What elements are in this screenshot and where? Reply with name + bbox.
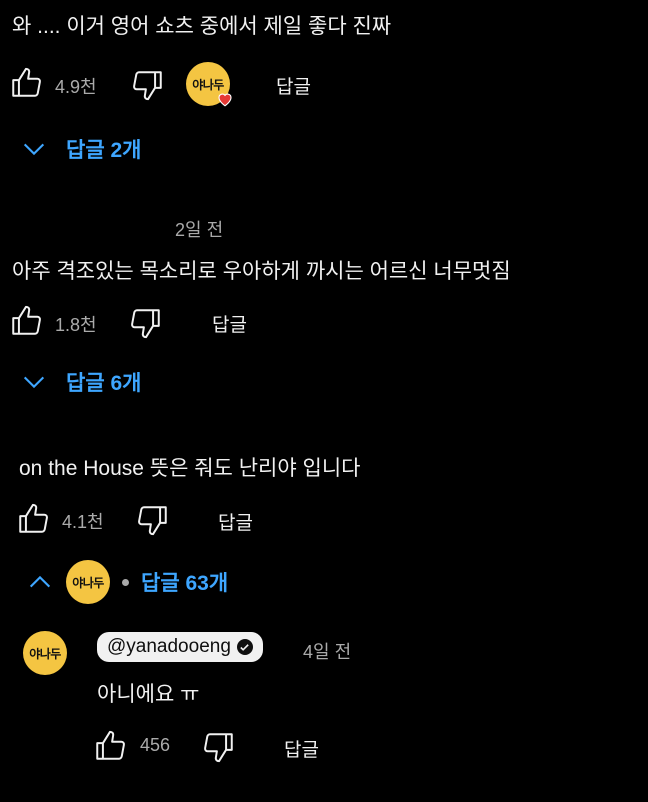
like-count: 1.8천 xyxy=(55,315,97,335)
like-icon[interactable] xyxy=(9,66,43,105)
reply-text: 아니에요 ㅠ xyxy=(97,683,200,706)
reply-button[interactable]: 답글 xyxy=(218,508,253,535)
like-count: 4.9천 xyxy=(55,77,97,97)
replies-count-label[interactable]: 답글 6개 xyxy=(66,367,141,397)
separator-dot xyxy=(122,578,129,586)
verified-check-icon xyxy=(236,639,253,655)
replies-count-label[interactable]: 답글 2개 xyxy=(66,134,141,164)
dislike-icon[interactable] xyxy=(136,503,170,542)
creator-heart-badge: 야나두 xyxy=(186,62,232,107)
replies-toggle[interactable]: 답글 2개 xyxy=(20,134,141,164)
heart-icon xyxy=(218,93,232,107)
comment-text: 와 .... 이거 영어 쇼츠 중에서 제일 좋다 진짜 xyxy=(12,15,392,38)
chevron-down-icon xyxy=(23,143,45,156)
reply-button[interactable]: 답글 xyxy=(284,735,319,762)
replies-count-label[interactable]: 답글 63개 xyxy=(141,567,228,597)
dislike-icon[interactable] xyxy=(202,730,236,769)
channel-handle-badge[interactable]: @yanadooeng xyxy=(97,632,263,662)
like-count: 4.1천 xyxy=(62,512,104,532)
reply-time: 4일 전 xyxy=(303,642,352,662)
like-icon[interactable] xyxy=(9,304,43,343)
dislike-icon[interactable] xyxy=(131,68,165,107)
replies-toggle[interactable]: 야나두 답글 63개 xyxy=(26,560,228,604)
channel-handle[interactable]: @yanadooeng xyxy=(107,636,231,658)
like-icon[interactable] xyxy=(16,502,50,541)
dislike-icon[interactable] xyxy=(129,306,163,345)
like-icon[interactable] xyxy=(93,729,127,768)
comment-time: 2일 전 xyxy=(175,220,224,240)
chevron-up-icon xyxy=(29,575,51,588)
chevron-down-icon xyxy=(23,376,45,389)
reply-button[interactable]: 답글 xyxy=(212,310,247,337)
comment-text: 아주 격조있는 목소리로 우아하게 까시는 어르신 너무멋짐 xyxy=(12,260,511,283)
reply-avatar[interactable]: 야나두 xyxy=(23,631,67,675)
creator-avatar: 야나두 xyxy=(66,560,110,604)
reply-button[interactable]: 답글 xyxy=(276,72,311,99)
like-count: 456 xyxy=(140,735,171,755)
replies-toggle[interactable]: 답글 6개 xyxy=(20,367,141,397)
comment-text: on the House 뜻은 줘도 난리야 입니다 xyxy=(19,457,361,480)
